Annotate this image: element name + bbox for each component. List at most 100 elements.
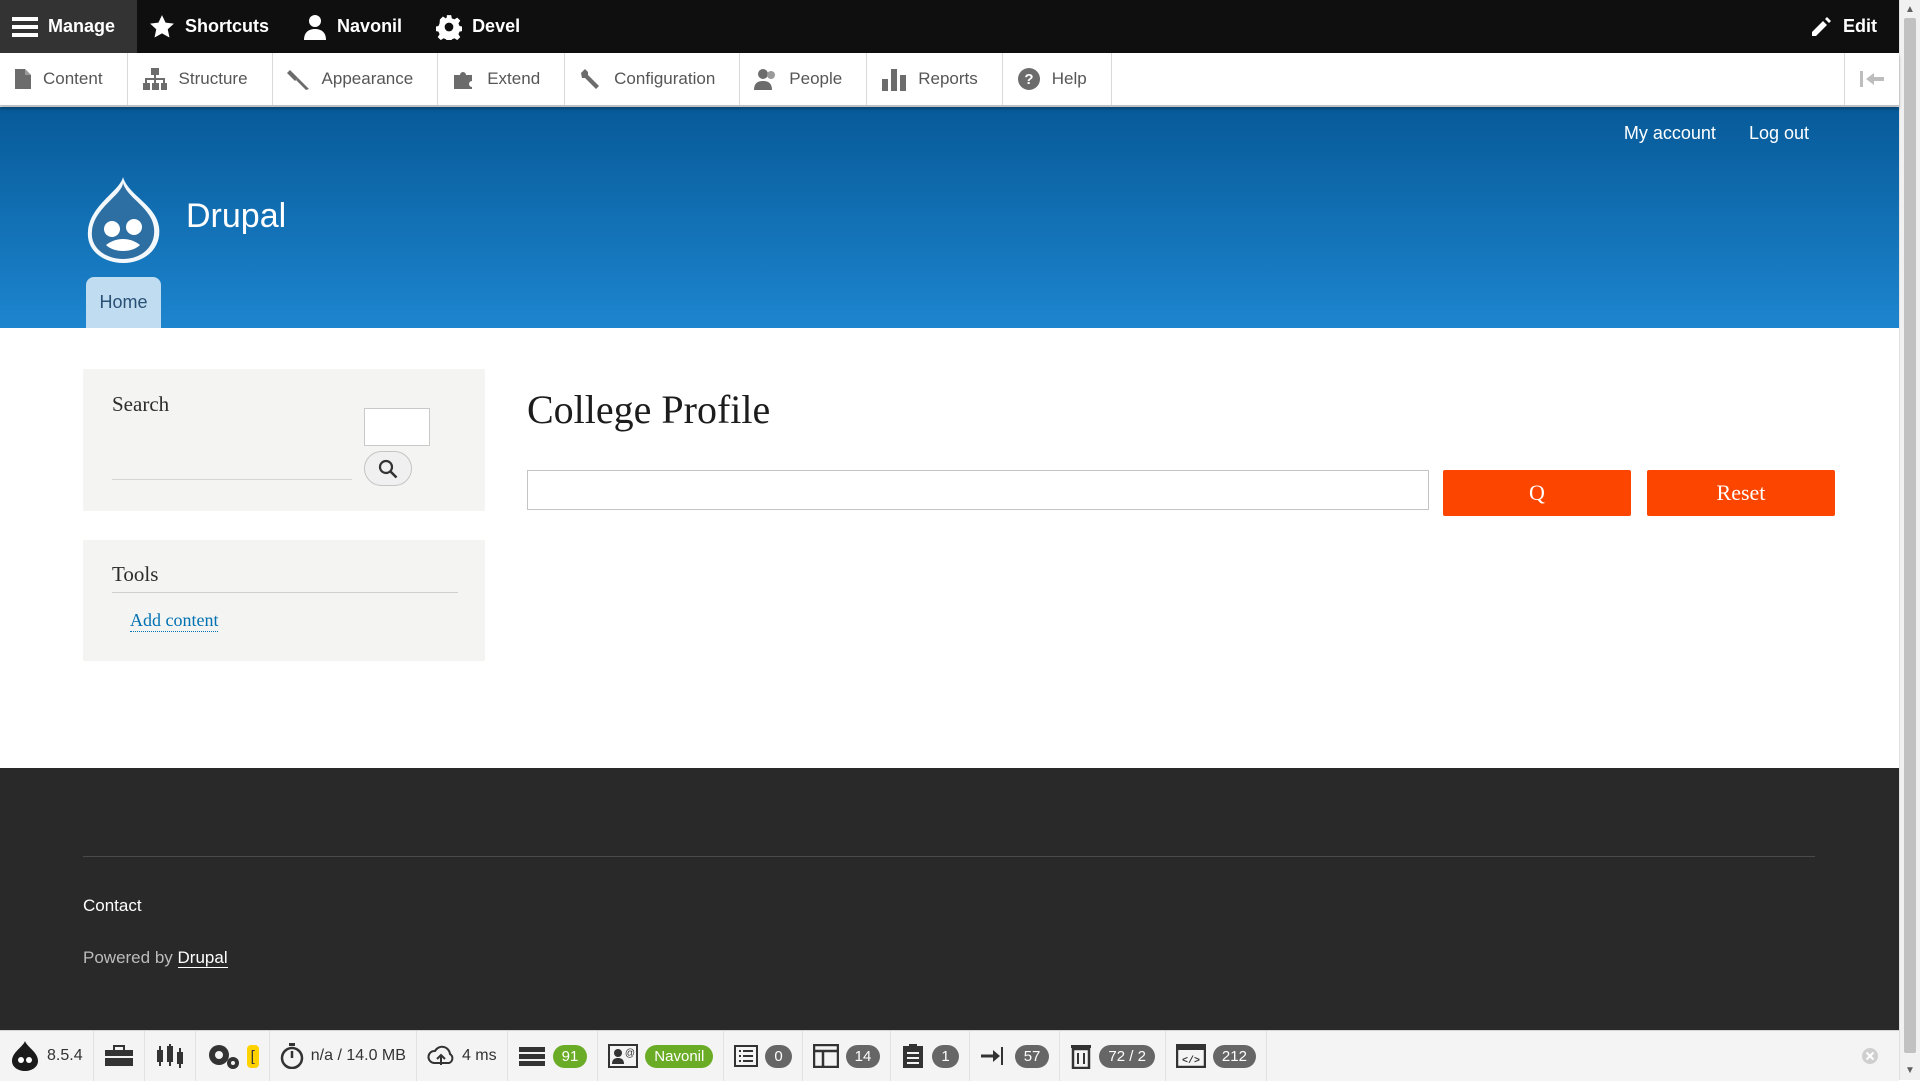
scroll-down-arrow-icon[interactable]: ▼ — [1905, 1065, 1915, 1076]
tools-block: Tools Add content — [83, 540, 485, 661]
drupal-version: 8.5.4 — [47, 1047, 83, 1064]
profiler-database[interactable]: 91 — [508, 1031, 599, 1081]
secondary-menu: My account Log out — [1624, 123, 1809, 144]
scroll-thumb[interactable] — [1904, 18, 1916, 1053]
site-name[interactable]: Drupal — [186, 197, 286, 236]
site-header: My account Log out Drupal Home — [0, 107, 1899, 328]
toolbar-shortcuts[interactable]: Shortcuts — [137, 0, 291, 53]
tray-item-label: People — [789, 69, 843, 88]
toolbar-devel-label: Devel — [472, 16, 521, 36]
svg-text:?: ? — [1024, 71, 1033, 88]
wrench-icon — [581, 69, 600, 89]
profiler-forms[interactable]: 1 — [891, 1031, 970, 1081]
admin-toolbar: Manage Shortcuts Navonil Devel Edit — [0, 0, 1899, 53]
svg-text:</>: </> — [1182, 1055, 1200, 1067]
toolbar-devel[interactable]: Devel — [424, 0, 542, 53]
profile-search-input[interactable] — [527, 470, 1429, 510]
profiler-cache[interactable]: 72 / 2 — [1060, 1031, 1166, 1081]
toolbar-tray: Content Structure Appearance Extend Conf… — [0, 53, 1899, 106]
tray-orientation-toggle[interactable] — [1844, 53, 1899, 105]
profiler-user[interactable]: @ Navonil — [598, 1031, 725, 1081]
candlestick-icon — [156, 1044, 183, 1068]
user-card-icon: @ — [608, 1044, 639, 1068]
star-icon — [150, 14, 174, 38]
hamburger-icon — [12, 16, 38, 37]
collapse-left-icon — [1860, 71, 1884, 87]
footer-divider — [83, 856, 1815, 857]
tray-item-label: Structure — [178, 69, 248, 88]
toolbar-edit[interactable]: Edit — [1797, 0, 1899, 53]
cache-count: 72 / 2 — [1099, 1044, 1155, 1068]
toolbar-user-label: Navonil — [337, 16, 403, 36]
tray-item-content[interactable]: Content — [0, 53, 128, 105]
toolbar-edit-label: Edit — [1843, 16, 1877, 36]
log-out-link[interactable]: Log out — [1749, 123, 1809, 144]
tools-block-divider — [112, 592, 458, 593]
php-badge: [ — [246, 1044, 259, 1068]
profiler-drupal-version[interactable]: 8.5.4 — [0, 1031, 94, 1081]
search-block: Search — [83, 369, 485, 511]
tray-item-appearance[interactable]: Appearance — [273, 53, 439, 105]
sitemap-icon — [142, 68, 167, 90]
puzzle-icon — [454, 72, 473, 89]
tray-item-label: Configuration — [614, 69, 716, 88]
add-content-link[interactable]: Add content — [130, 610, 219, 632]
tray-item-label: Extend — [487, 69, 541, 88]
my-account-link[interactable]: My account — [1624, 123, 1716, 144]
blocks-count: 14 — [845, 1044, 881, 1068]
contact-link[interactable]: Contact — [83, 896, 142, 916]
powered-by-text: Powered by — [83, 948, 173, 967]
drupal-logo-icon[interactable] — [82, 175, 164, 263]
tray-item-structure[interactable]: Structure — [128, 53, 273, 105]
trash-icon — [1071, 1045, 1092, 1069]
magnifier-icon — [378, 459, 398, 478]
code-window-icon: </> — [1175, 1044, 1206, 1068]
toolbar-user[interactable]: Navonil — [291, 0, 424, 53]
profiler-events[interactable]: 57 — [970, 1031, 1061, 1081]
event-arrow-icon — [980, 1047, 1003, 1065]
ajax-time: 4 ms — [461, 1047, 497, 1064]
clipboard-icon — [903, 1044, 924, 1068]
assets-count: 212 — [1212, 1044, 1256, 1068]
tray-item-configuration[interactable]: Configuration — [565, 53, 741, 105]
profiler-performance[interactable] — [145, 1031, 196, 1081]
sidebar-search-input[interactable] — [364, 408, 430, 446]
tray-item-help[interactable]: ? Help — [1003, 53, 1112, 105]
gears-icon — [208, 1045, 239, 1069]
search-button[interactable]: Q — [1443, 470, 1631, 516]
toolbar-manage[interactable]: Manage — [0, 0, 138, 53]
tray-item-people[interactable]: People — [740, 53, 868, 105]
drupal-link[interactable]: Drupal — [177, 948, 228, 968]
profiler-views[interactable]: 0 — [724, 1031, 803, 1081]
profiler-config[interactable]: [ — [196, 1031, 270, 1081]
scroll-up-arrow-icon[interactable]: ▲ — [1905, 4, 1915, 15]
tray-item-reports[interactable]: Reports — [867, 53, 1003, 105]
toolbar-manage-label: Manage — [48, 16, 116, 36]
people-icon — [754, 69, 776, 90]
stopwatch-icon — [280, 1043, 304, 1069]
reset-button[interactable]: Reset — [1647, 470, 1835, 516]
time-memory: n/a / 14.0 MB — [310, 1047, 406, 1064]
svg-text:@: @ — [625, 1048, 635, 1059]
sidebar-search-button[interactable] — [364, 451, 412, 486]
file-icon — [15, 69, 31, 89]
profiler-time[interactable]: n/a / 14.0 MB — [270, 1031, 417, 1081]
drupal-drop-icon — [12, 1041, 38, 1071]
page-title: College Profile — [527, 387, 771, 432]
webprofiler-bar: 8.5.4 [ n/a / 14.0 MB 4 ms 91 @ Navonil … — [0, 1030, 1899, 1081]
profiler-blocks[interactable]: 14 — [803, 1031, 892, 1081]
tab-home[interactable]: Home — [86, 277, 161, 328]
pencil-icon — [1812, 16, 1831, 36]
bar-chart-icon — [882, 69, 907, 91]
profiler-ajax[interactable]: 4 ms — [417, 1031, 508, 1081]
briefcase-icon — [104, 1045, 133, 1066]
layout-icon — [812, 1044, 839, 1068]
toolbar-shortcuts-label: Shortcuts — [185, 16, 270, 36]
views-count: 0 — [765, 1044, 792, 1068]
vertical-scrollbar[interactable]: ▲ ▼ — [1899, 0, 1920, 1080]
close-icon[interactable] — [1861, 1047, 1879, 1065]
profiler-assets[interactable]: </> 212 — [1166, 1031, 1267, 1081]
tray-item-extend[interactable]: Extend — [438, 53, 566, 105]
forms-count: 1 — [932, 1044, 959, 1068]
profiler-request[interactable] — [94, 1031, 145, 1081]
